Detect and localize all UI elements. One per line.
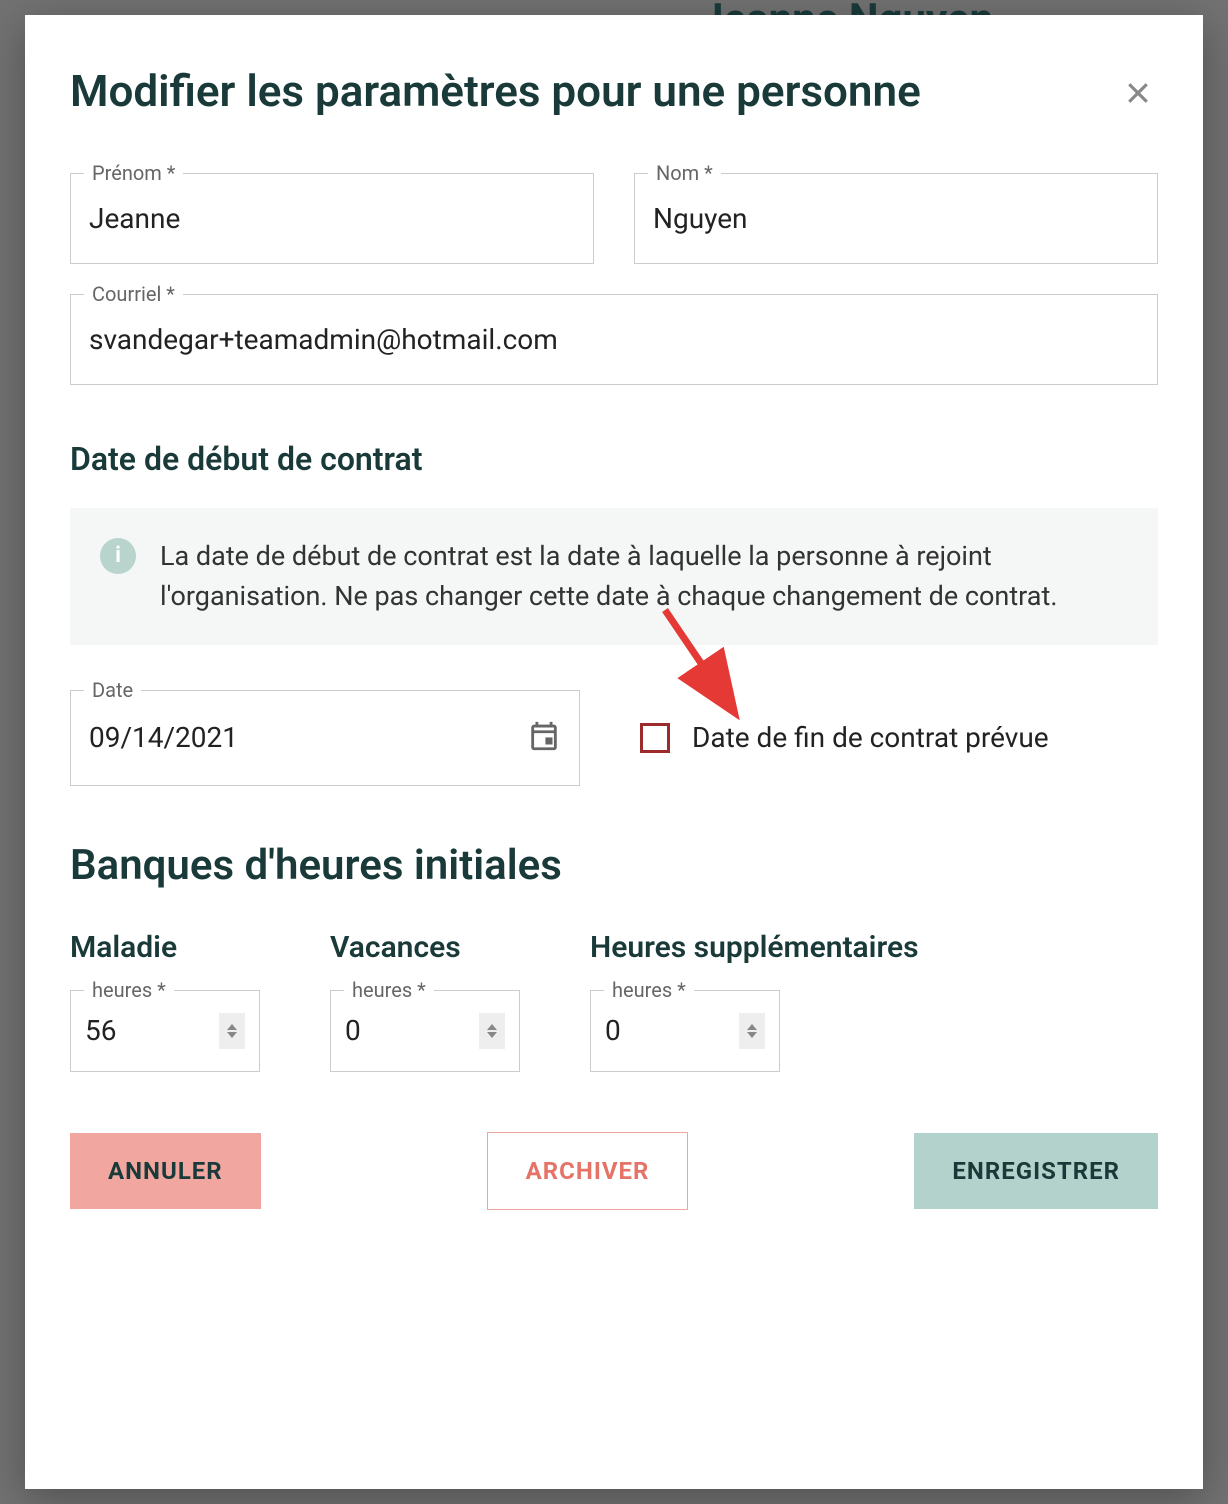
chevron-up-icon [747, 1024, 757, 1030]
contract-info-box: i La date de début de contrat est la dat… [70, 508, 1158, 645]
bank-overtime-field: heures * [590, 990, 780, 1072]
bank-vacation-input[interactable] [345, 1014, 445, 1047]
lastname-input[interactable] [634, 173, 1158, 264]
bank-overtime-input-wrap [590, 990, 780, 1072]
firstname-label: Prénom * [84, 161, 183, 185]
date-row: Date 09/14/2021 [70, 690, 1158, 786]
bank-vacation-input-wrap [330, 990, 520, 1072]
end-date-checkbox[interactable] [640, 723, 670, 753]
contract-info-text: La date de début de contrat est la date … [160, 536, 1128, 617]
modal-header: Modifier les paramètres pour une personn… [70, 65, 1158, 118]
date-input[interactable]: 09/14/2021 [70, 690, 580, 786]
modal-title: Modifier les paramètres pour une personn… [70, 65, 921, 118]
bank-sick-input-wrap [70, 990, 260, 1072]
archive-button[interactable]: ARCHIVER [487, 1132, 689, 1210]
lastname-label: Nom * [648, 161, 721, 185]
close-icon [1123, 96, 1153, 111]
email-row: Courriel * [70, 294, 1158, 385]
hour-banks: Maladie heures * Vacances heures * [70, 930, 1158, 1072]
save-button[interactable]: ENREGISTRER [914, 1133, 1158, 1209]
bank-overtime-stepper[interactable] [739, 1013, 765, 1049]
bank-sick-stepper[interactable] [219, 1013, 245, 1049]
email-input[interactable] [70, 294, 1158, 385]
bank-vacation-field: heures * [330, 990, 520, 1072]
bank-vacation-stepper[interactable] [479, 1013, 505, 1049]
info-icon: i [100, 538, 136, 574]
chevron-down-icon [487, 1032, 497, 1038]
bank-vacation: Vacances heures * [330, 930, 520, 1072]
chevron-up-icon [227, 1024, 237, 1030]
firstname-field: Prénom * [70, 173, 594, 264]
lastname-field: Nom * [634, 173, 1158, 264]
bank-overtime-label: Heures supplémentaires [590, 930, 919, 965]
bank-vacation-label: Vacances [330, 930, 520, 965]
bank-overtime: Heures supplémentaires heures * [590, 930, 919, 1072]
bank-vacation-hours-label: heures * [344, 978, 434, 1002]
cancel-button[interactable]: ANNULER [70, 1133, 261, 1209]
edit-person-modal: Modifier les paramètres pour une personn… [25, 15, 1203, 1489]
date-value: 09/14/2021 [89, 721, 238, 754]
email-label: Courriel * [84, 282, 183, 306]
chevron-down-icon [747, 1032, 757, 1038]
date-field: Date 09/14/2021 [70, 690, 580, 786]
bank-overtime-hours-label: heures * [604, 978, 694, 1002]
bank-sick-input[interactable] [85, 1014, 185, 1047]
firstname-input[interactable] [70, 173, 594, 264]
banks-section-title: Banques d'heures initiales [70, 841, 1158, 890]
name-row: Prénom * Nom * [70, 173, 1158, 264]
chevron-down-icon [227, 1032, 237, 1038]
bank-sick-hours-label: heures * [84, 978, 174, 1002]
bank-sick: Maladie heures * [70, 930, 260, 1072]
contract-section-title: Date de début de contrat [70, 440, 1158, 478]
calendar-icon[interactable] [527, 719, 561, 757]
end-date-checkbox-wrap: Date de fin de contrat prévue [640, 721, 1049, 754]
end-date-checkbox-label: Date de fin de contrat prévue [692, 721, 1049, 754]
modal-actions: ANNULER ARCHIVER ENREGISTRER [70, 1132, 1158, 1210]
email-field: Courriel * [70, 294, 1158, 385]
date-label: Date [84, 678, 141, 702]
bank-sick-field: heures * [70, 990, 260, 1072]
bank-overtime-input[interactable] [605, 1014, 705, 1047]
close-button[interactable] [1118, 73, 1158, 116]
chevron-up-icon [487, 1024, 497, 1030]
bank-sick-label: Maladie [70, 930, 260, 965]
